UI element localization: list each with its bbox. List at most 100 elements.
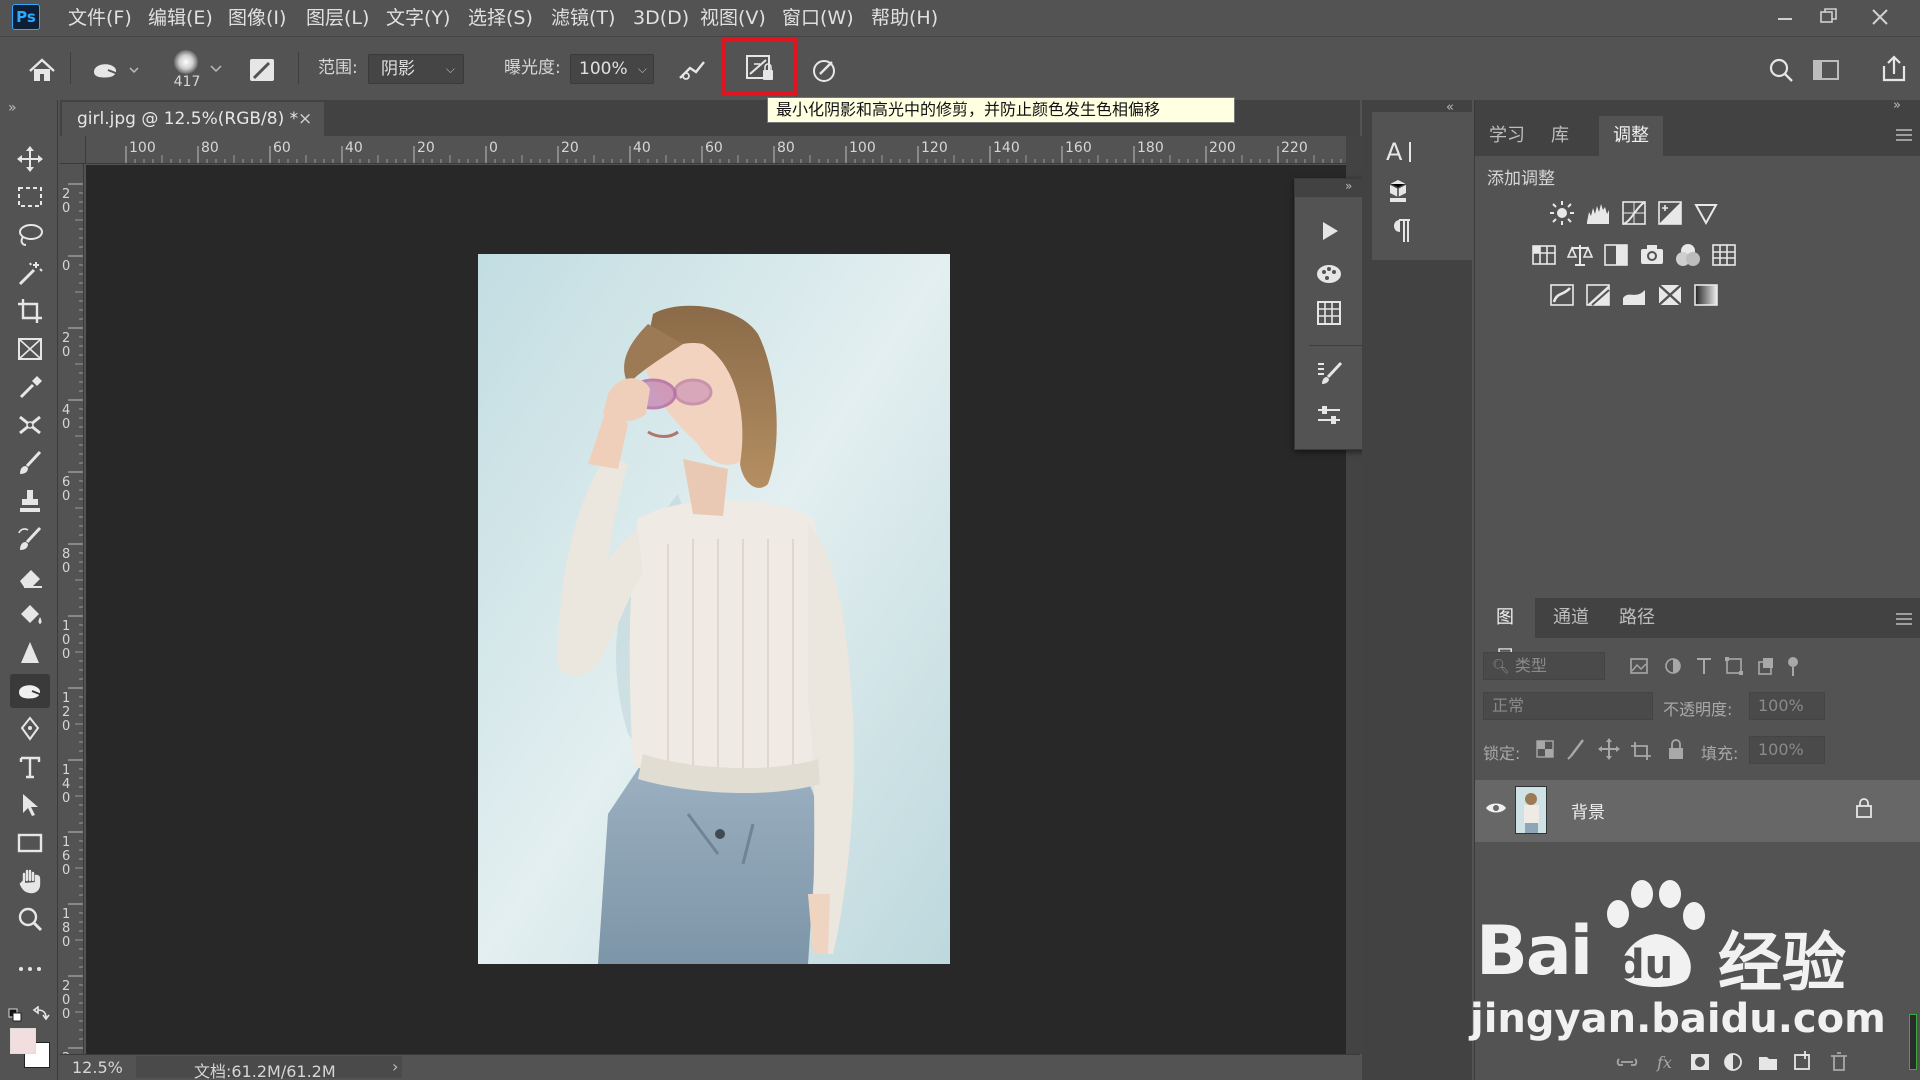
history-brush-tool[interactable] (10, 522, 50, 556)
fill-input[interactable]: 100% (1749, 736, 1825, 764)
close-tab-icon[interactable]: × (298, 102, 312, 136)
tool-preset-picker[interactable] (88, 54, 144, 86)
document-image[interactable] (478, 254, 950, 964)
protect-tones-toggle[interactable] (742, 52, 778, 84)
photo-filter-button[interactable] (1635, 238, 1669, 272)
magic-wand-tool[interactable] (10, 256, 50, 290)
curves-adjust-button[interactable] (1617, 196, 1651, 230)
layer-actions-icons[interactable]: fx (1615, 1050, 1915, 1074)
color-lookup-button[interactable] (1707, 238, 1741, 272)
minimize-button[interactable] (1762, 2, 1806, 32)
menu-filter[interactable]: 滤镜(T) (545, 0, 621, 36)
swatches-button[interactable] (1309, 295, 1349, 331)
hand-tool[interactable] (10, 864, 50, 898)
hue-saturation-button[interactable] (1527, 238, 1561, 272)
layer-row[interactable]: 背景 (1475, 780, 1920, 842)
ruler-origin[interactable] (60, 136, 86, 164)
invert-button[interactable] (1545, 278, 1579, 312)
channel-mixer-button[interactable] (1671, 238, 1705, 272)
blend-mode-select[interactable]: 正常 (1483, 692, 1653, 720)
document-tab[interactable]: girl.jpg @ 12.5%(RGB/8) * × (62, 102, 324, 136)
exposure-input[interactable]: 100% ⌵ (570, 54, 654, 84)
opacity-input[interactable]: 100% (1749, 692, 1825, 720)
eraser-tool[interactable] (10, 560, 50, 594)
rectangle-tool[interactable] (10, 826, 50, 860)
healing-brush-tool[interactable] (10, 408, 50, 442)
foreground-color-swatch[interactable] (10, 1028, 36, 1054)
sponge-tool[interactable] (10, 674, 50, 708)
menu-edit[interactable]: 编辑(E) (142, 0, 219, 36)
menu-view[interactable]: 视图(V) (694, 0, 772, 36)
menu-type[interactable]: 文字(Y) (380, 0, 456, 36)
brush-settings-panel-button[interactable] (1309, 355, 1349, 391)
swap-colors-controls[interactable] (8, 1006, 52, 1024)
visibility-toggle[interactable] (1485, 800, 1507, 816)
expand-panels-icon[interactable]: » (1893, 98, 1901, 113)
brush-settings-button[interactable] (244, 54, 280, 86)
path-selection-tool[interactable] (10, 788, 50, 822)
panel-scrollbar[interactable] (1909, 1014, 1917, 1070)
threshold-button[interactable] (1617, 278, 1651, 312)
black-white-button[interactable] (1599, 238, 1633, 272)
paint-bucket-tool[interactable] (10, 598, 50, 632)
tab-libraries[interactable]: 库 (1537, 116, 1583, 156)
close-window-button[interactable] (1858, 2, 1902, 32)
workspace-button[interactable] (1808, 54, 1844, 86)
restore-button[interactable] (1806, 2, 1850, 32)
search-button[interactable] (1764, 54, 1800, 86)
clone-stamp-tool[interactable] (10, 484, 50, 518)
selective-color-button[interactable] (1653, 278, 1687, 312)
edit-toolbar-button[interactable] (10, 952, 50, 986)
actions-button[interactable] (1309, 213, 1349, 249)
crop-tool[interactable] (10, 294, 50, 328)
character-panel-button[interactable]: A (1384, 136, 1416, 166)
vibrance-adjust-button[interactable] (1689, 196, 1723, 230)
pen-tool[interactable] (10, 712, 50, 746)
exposure-adjust-button[interactable] (1653, 196, 1687, 230)
home-button[interactable] (24, 54, 60, 86)
color-balance-button[interactable] (1563, 238, 1597, 272)
menu-3d[interactable]: 3D(D) (627, 0, 695, 36)
tab-adjustments[interactable]: 调整 (1599, 116, 1663, 156)
layers-menu-button[interactable] (1895, 612, 1913, 626)
menu-layer[interactable]: 图层(L) (300, 0, 375, 36)
collapse-icon[interactable]: » (1345, 179, 1352, 193)
pressure-size-toggle[interactable] (808, 54, 844, 86)
brush-tool[interactable] (10, 446, 50, 480)
type-tool[interactable] (10, 750, 50, 784)
layer-filter-select[interactable]: 🔍︎ 类型 (1483, 652, 1605, 680)
expand-toolbar-icon[interactable]: » (8, 100, 17, 116)
brightness-adjust-button[interactable] (1545, 196, 1579, 230)
menu-image[interactable]: 图像(I) (222, 0, 292, 36)
range-select[interactable]: 阴影 ⌵ (368, 54, 464, 84)
3d-panel-button[interactable] (1384, 176, 1416, 204)
color-swatches[interactable] (10, 1028, 54, 1072)
zoom-level[interactable]: 12.5% (72, 1058, 123, 1077)
move-tool[interactable] (10, 142, 50, 176)
tab-channels[interactable]: 通道 (1539, 598, 1603, 638)
tab-paths[interactable]: 路径 (1605, 598, 1669, 638)
gradient-map-button[interactable] (1689, 278, 1723, 312)
paragraph-panel-button[interactable] (1386, 216, 1416, 246)
posterize-button[interactable] (1581, 278, 1615, 312)
lasso-tool[interactable] (10, 218, 50, 252)
panel-menu-button[interactable] (1895, 128, 1913, 142)
eyedropper-tool[interactable] (10, 370, 50, 404)
marquee-tool[interactable] (10, 180, 50, 214)
tab-learn[interactable]: 学习 (1475, 116, 1539, 156)
properties-panel-button[interactable] (1309, 397, 1349, 433)
chevron-right-icon[interactable]: › (392, 1057, 398, 1076)
filter-pixel-icon[interactable] (1627, 654, 1807, 678)
lock-options[interactable] (1535, 736, 1715, 762)
zoom-tool[interactable] (10, 902, 50, 936)
menu-file[interactable]: 文件(F) (62, 0, 138, 36)
brush-preset-picker[interactable]: 417 (168, 48, 228, 92)
airbrush-toggle[interactable] (674, 54, 710, 86)
frame-tool[interactable] (10, 332, 50, 366)
tab-layers[interactable]: 图层 (1475, 598, 1535, 668)
sharpen-tool[interactable] (10, 636, 50, 670)
levels-adjust-button[interactable] (1581, 196, 1615, 230)
share-button[interactable] (1876, 52, 1912, 86)
color-button[interactable] (1309, 255, 1349, 291)
menu-help[interactable]: 帮助(H) (865, 0, 944, 36)
